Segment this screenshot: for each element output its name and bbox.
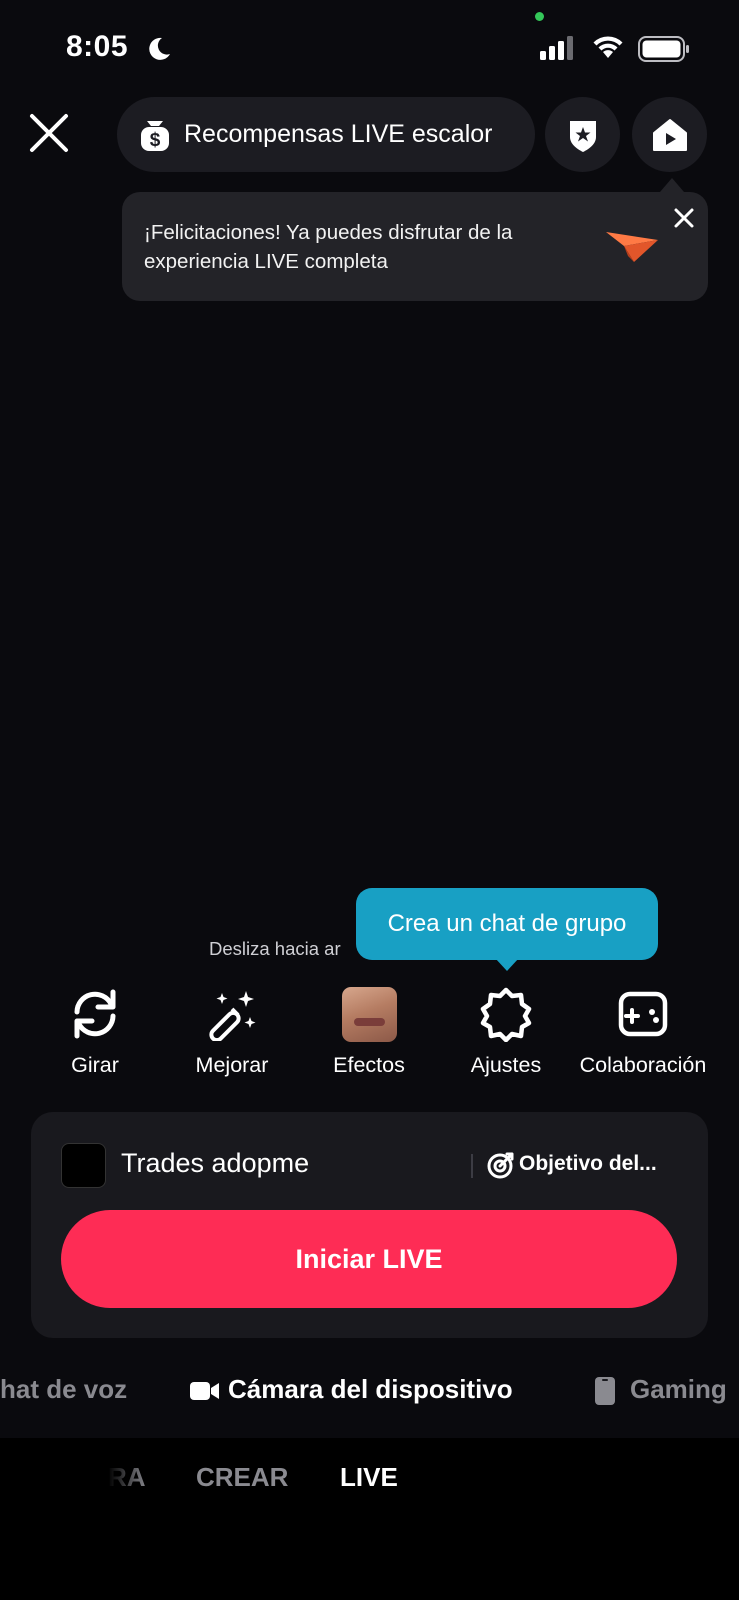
mode-tab-create[interactable]: CREAR — [196, 1462, 288, 1493]
live-goal-button[interactable]: Objetivo del... — [519, 1152, 657, 1176]
settings-gear-icon — [480, 987, 532, 1042]
house-play-icon — [652, 118, 687, 151]
toast-pointer — [660, 178, 684, 192]
source-gaming[interactable]: Gaming — [630, 1374, 727, 1405]
tool-enhance[interactable]: Mejorar — [167, 985, 297, 1078]
tool-effects[interactable]: Efectos — [304, 985, 434, 1078]
moon-icon — [149, 37, 170, 60]
tool-label: Girar — [71, 1053, 119, 1077]
video-camera-icon — [190, 1382, 219, 1400]
source-voice-chat[interactable]: hat de voz — [0, 1374, 127, 1405]
group-chat-tooltip[interactable]: Crea un chat de grupo — [356, 888, 658, 960]
divider — [471, 1154, 473, 1178]
cellular-signal-icon — [540, 36, 573, 60]
privacy-indicator-dot — [535, 12, 544, 21]
tool-label: Ajustes — [470, 1053, 542, 1077]
congrats-toast: ¡Felicitaciones! Ya puedes disfrutar de … — [122, 192, 708, 301]
swipe-hint: Desliza hacia ar — [209, 930, 359, 966]
phone-icon — [595, 1377, 615, 1405]
tool-collaboration[interactable]: Colaboración — [578, 985, 708, 1078]
wifi-icon — [593, 36, 623, 58]
live-setup-card: Trades adopme Objetivo del... Iniciar LI… — [31, 1112, 708, 1338]
gamepad-icon — [618, 991, 668, 1037]
mode-fade — [108, 1458, 148, 1498]
rewards-live-button[interactable]: $ Recompensas LIVE escalor — [117, 97, 535, 172]
battery-icon — [638, 36, 689, 62]
mode-tab-live[interactable]: LIVE — [340, 1462, 398, 1493]
live-center-button[interactable] — [632, 97, 707, 172]
live-source-switcher: hat de voz Cámara del dispositivo Gaming — [0, 1370, 739, 1414]
start-live-button[interactable]: Iniciar LIVE — [61, 1210, 677, 1308]
target-icon — [487, 1152, 514, 1179]
tool-label: Colaboración — [579, 1053, 707, 1077]
svg-text:$: $ — [150, 130, 161, 151]
moderation-shield-button[interactable] — [545, 97, 620, 172]
toast-message: ¡Felicitaciones! Ya puedes disfrutar de … — [144, 221, 513, 273]
magic-wand-icon — [209, 991, 256, 1041]
swipe-hint-text: Desliza hacia ar — [209, 938, 341, 959]
tool-label: Mejorar — [195, 1053, 269, 1077]
live-title[interactable]: Trades adopme — [121, 1148, 309, 1179]
tool-label: Efectos — [333, 1053, 405, 1077]
camera-mode-bar: RA CREAR LIVE — [0, 1438, 739, 1600]
toast-close-icon[interactable] — [672, 206, 696, 230]
tooltip-arrow — [495, 958, 519, 971]
status-time: 8:05 — [66, 30, 129, 63]
source-device-camera[interactable]: Cámara del dispositivo — [228, 1374, 513, 1405]
close-icon[interactable] — [28, 112, 70, 154]
rotate-icon — [74, 989, 116, 1039]
rewards-live-label: Recompensas LIVE escalor — [184, 120, 493, 148]
shield-star-icon — [569, 120, 596, 152]
effects-thumbnail — [341, 986, 397, 1042]
tool-rotate[interactable]: Girar — [30, 985, 160, 1078]
paper-plane-icon — [606, 232, 658, 262]
live-cover-thumbnail[interactable] — [61, 1143, 106, 1188]
tool-settings[interactable]: Ajustes — [441, 985, 571, 1078]
money-bag-icon: $ — [141, 120, 169, 151]
